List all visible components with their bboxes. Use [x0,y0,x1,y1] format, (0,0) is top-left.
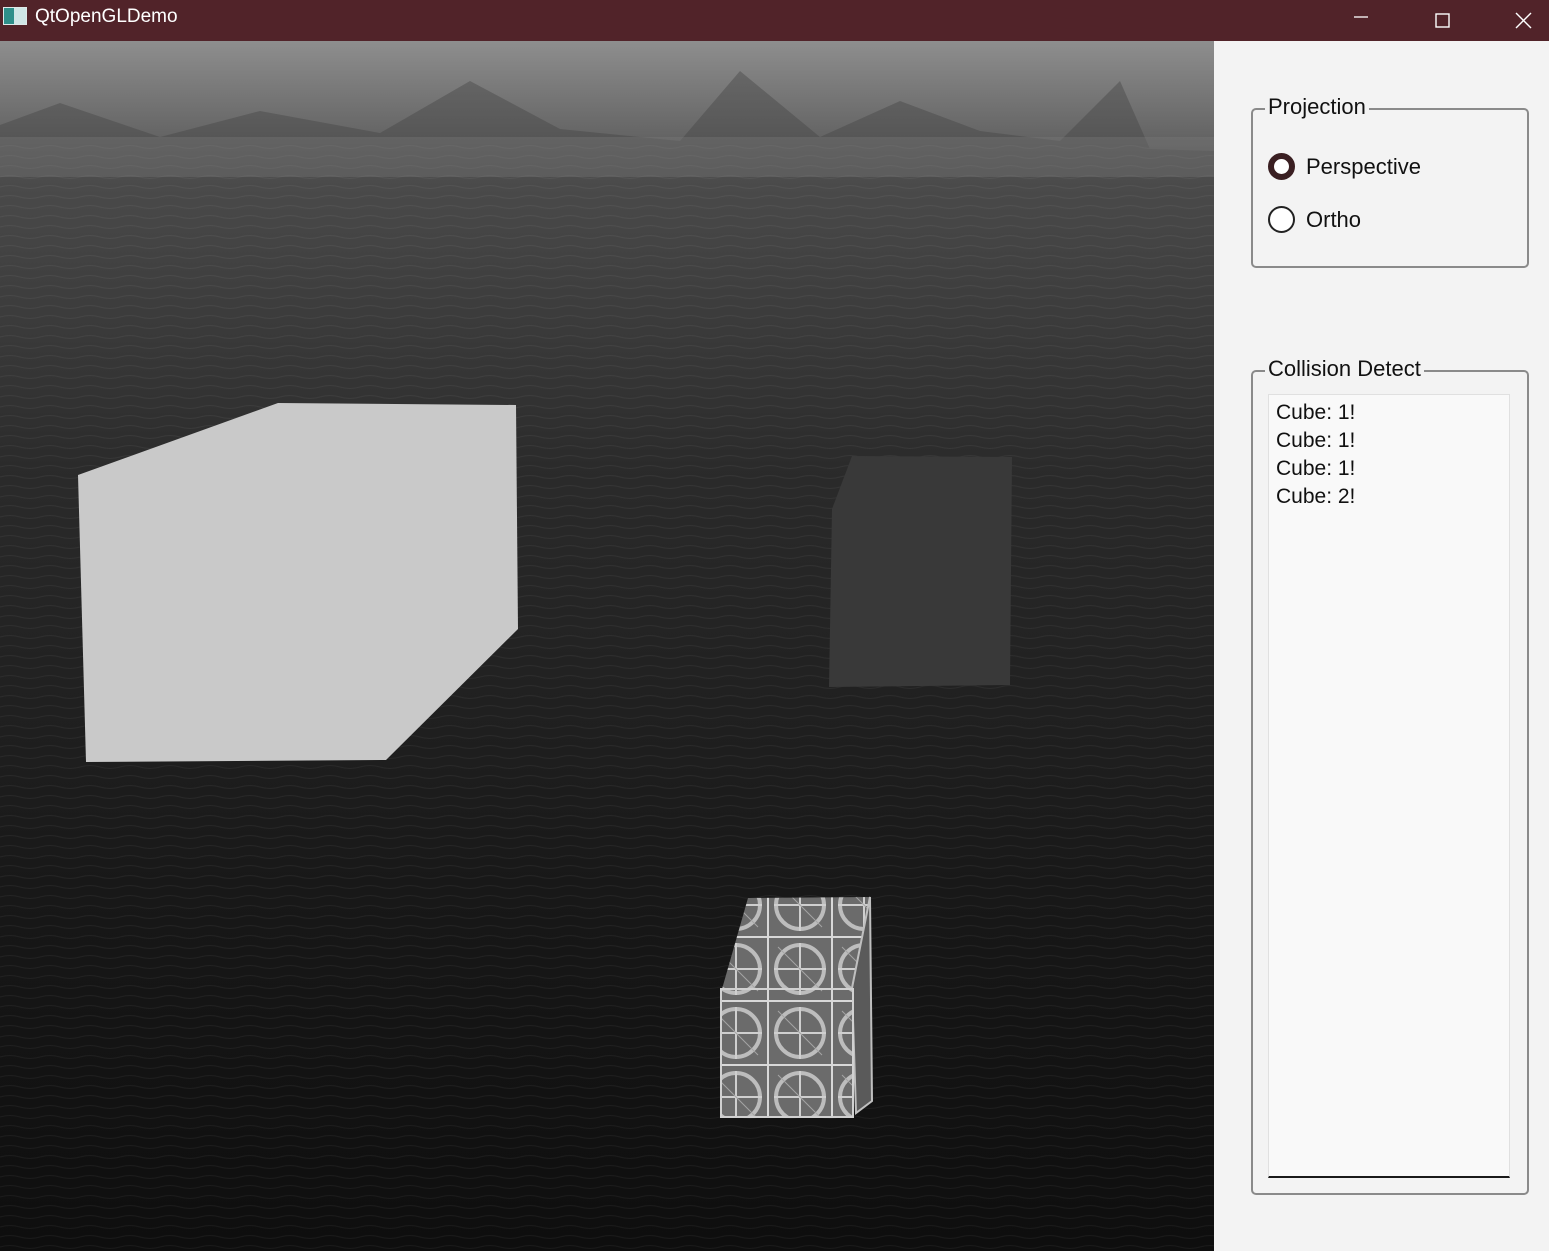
app-icon [3,7,27,25]
log-line: Cube: 1! [1276,457,1356,480]
minimize-icon [1354,16,1368,18]
minimize-button[interactable] [1321,0,1401,41]
scene-canvas[interactable] [0,41,1214,1251]
maximize-button[interactable] [1402,0,1482,41]
projection-group-title: Projection [1265,95,1369,119]
log-line: Cube: 1! [1276,429,1356,452]
opengl-viewport[interactable] [0,41,1214,1251]
close-button[interactable] [1483,0,1549,41]
ortho-radio[interactable]: Ortho [1268,205,1508,235]
window-title: QtOpenGLDemo [35,6,178,27]
dark-cube [829,456,1012,687]
log-line: Cube: 2! [1276,485,1356,508]
collision-log[interactable]: Cube: 1! Cube: 1! Cube: 1! Cube: 2! [1268,394,1510,1178]
radio-checked-icon[interactable] [1268,153,1295,180]
maximize-icon [1435,13,1450,28]
radio-unchecked-icon[interactable] [1268,206,1295,233]
perspective-radio-label[interactable]: Perspective [1306,153,1421,181]
title-bar: QtOpenGLDemo [0,0,1549,41]
collision-group-title: Collision Detect [1265,357,1424,381]
collision-group: Collision Detect Cube: 1! Cube: 1! Cube:… [1251,357,1529,1195]
textured-cube [720,896,874,1118]
log-line: Cube: 1! [1276,401,1356,424]
close-icon [1515,12,1532,29]
ortho-radio-label[interactable]: Ortho [1306,206,1361,234]
projection-group: Projection Perspective Ortho [1251,95,1529,268]
horizon-haze [0,137,1214,177]
control-panel: Projection Perspective Ortho Collision D… [1214,41,1549,1251]
perspective-radio[interactable]: Perspective [1268,152,1508,182]
